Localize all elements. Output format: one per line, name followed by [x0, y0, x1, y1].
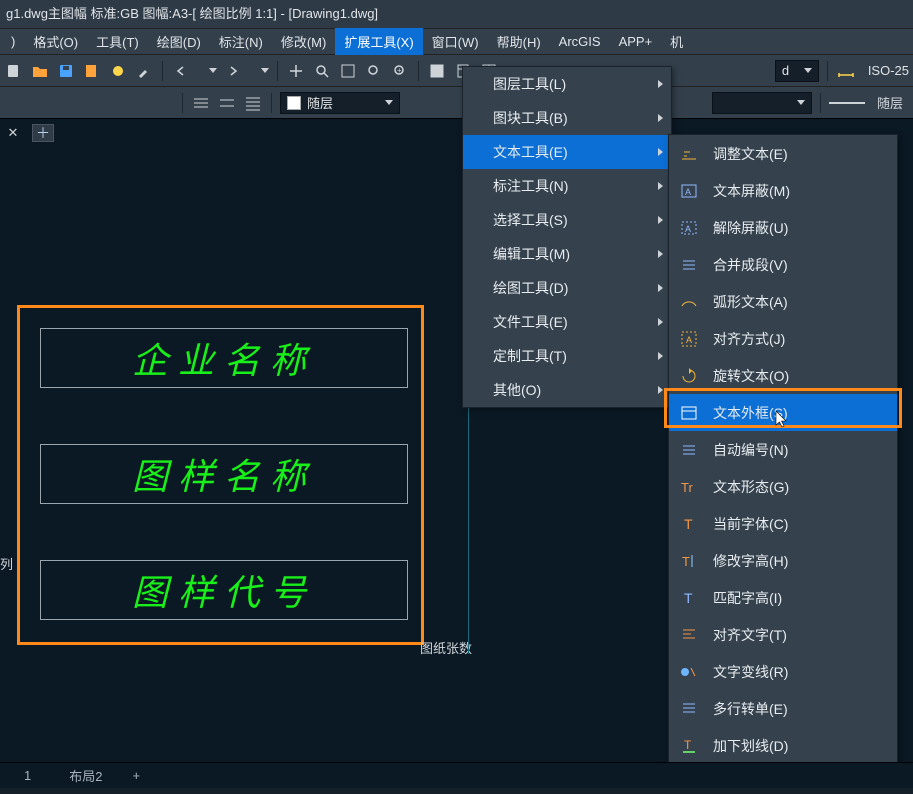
lineweight-dropdown[interactable] — [712, 92, 812, 114]
text-frame-3: 图样代号 — [40, 560, 408, 620]
smi-text-shape[interactable]: Tr文本形态(G) — [669, 468, 897, 505]
tb-new-icon[interactable] — [4, 61, 24, 81]
drawing-text-2: 图样名称 — [132, 448, 316, 500]
menu-block-tools[interactable]: 图块工具(B) — [463, 101, 671, 135]
tb-dim-icon[interactable] — [836, 61, 856, 81]
svg-text:A: A — [685, 224, 691, 234]
tb-zoom-extents-icon[interactable]: + — [390, 61, 410, 81]
svg-text:Tr: Tr — [681, 480, 693, 495]
canvas-label-pages: 图纸张数 — [420, 638, 472, 657]
dropdown-d[interactable]: d — [775, 60, 819, 82]
text-frame-1: 企业名称 — [40, 328, 408, 388]
tb-redo-icon[interactable] — [223, 61, 243, 81]
menu-file-tools[interactable]: 文件工具(E) — [463, 305, 671, 339]
svg-text:+: + — [397, 66, 402, 75]
svg-text:T: T — [682, 554, 690, 569]
toolbar-main: + d ISO-25 — [0, 54, 913, 86]
menu-help[interactable]: 帮助(H) — [488, 28, 550, 55]
svg-text:A: A — [686, 335, 692, 345]
smi-align-text[interactable]: 对齐文字(T) — [669, 616, 897, 653]
svg-text:A: A — [685, 187, 691, 197]
canvas-label-left: 列 — [0, 554, 13, 573]
smi-change-height[interactable]: T修改字高(H) — [669, 542, 897, 579]
smi-mtext-to-single[interactable]: 多行转单(E) — [669, 690, 897, 727]
layout-tab-add[interactable]: + — [122, 764, 150, 787]
menu-bar: ) 格式(O) 工具(T) 绘图(D) 标注(N) 修改(M) 扩展工具(X) … — [0, 28, 913, 54]
smi-rotate-text[interactable]: 旋转文本(O) — [669, 357, 897, 394]
svg-text:T: T — [684, 516, 693, 532]
menu-draw[interactable]: 绘图(D) — [148, 28, 210, 55]
tb-stack2-icon[interactable] — [217, 93, 237, 113]
smi-align[interactable]: A对齐方式(J) — [669, 320, 897, 357]
tb-zoom-window-icon[interactable] — [338, 61, 358, 81]
mouse-cursor-icon — [775, 410, 789, 430]
tb-open-icon[interactable] — [30, 61, 50, 81]
menu-dim-tools[interactable]: 标注工具(N) — [463, 169, 671, 203]
toolbar-layers: 随层 随层 — [0, 86, 913, 118]
smi-auto-number[interactable]: 自动编号(N) — [669, 431, 897, 468]
menu-partial[interactable]: ) — [2, 30, 24, 53]
menu-layer-tools[interactable]: 图层工具(L) — [463, 67, 671, 101]
color-dropdown[interactable]: 随层 — [280, 92, 400, 114]
tb-zoom-previous-icon[interactable] — [364, 61, 384, 81]
text-frame-2: 图样名称 — [40, 444, 408, 504]
tb-zoom-realtime-icon[interactable] — [312, 61, 332, 81]
menu-arcgis[interactable]: ArcGIS — [550, 30, 610, 53]
menu-extend-tools[interactable]: 扩展工具(X) — [335, 28, 422, 55]
menu-format[interactable]: 格式(O) — [24, 28, 87, 55]
menu-dim[interactable]: 标注(N) — [210, 28, 272, 55]
layout-tabs: 1 布局2 + — [0, 762, 913, 788]
command-text: 属 性 定 义 — [6, 791, 69, 794]
smi-current-font[interactable]: T当前字体(C) — [669, 505, 897, 542]
layout-tab-1[interactable]: 1 — [6, 764, 49, 787]
tb-undo-icon[interactable] — [171, 61, 191, 81]
text-tools-submenu: 调整文本(E) A文本屏蔽(M) A解除屏蔽(U) 合并成段(V) 弧形文本(A… — [668, 134, 898, 794]
drawing-text-1: 企业名称 — [132, 332, 316, 384]
tb-light-icon[interactable] — [108, 61, 128, 81]
menu-tools[interactable]: 工具(T) — [87, 28, 148, 55]
close-tab-icon[interactable]: ✕ — [6, 126, 20, 140]
menu-modify[interactable]: 修改(M) — [272, 28, 336, 55]
smi-match-height[interactable]: T匹配字高(I) — [669, 579, 897, 616]
svg-text:T: T — [684, 590, 693, 606]
tb-stack3-icon[interactable] — [243, 93, 263, 113]
smi-unmask[interactable]: A解除屏蔽(U) — [669, 209, 897, 246]
smi-text-to-line[interactable]: 文字变线(R) — [669, 653, 897, 690]
menu-appplus[interactable]: APP+ — [610, 30, 662, 53]
linetype-label: 随层 — [877, 93, 903, 112]
tb-pan-icon[interactable] — [286, 61, 306, 81]
highlight-box-canvas: 企业名称 图样名称 图样代号 — [17, 305, 424, 645]
smi-merge-para[interactable]: 合并成段(V) — [669, 246, 897, 283]
tb-save-icon[interactable] — [56, 61, 76, 81]
menu-text-tools[interactable]: 文本工具(E) — [463, 135, 671, 169]
menu-custom-tools[interactable]: 定制工具(T) — [463, 339, 671, 373]
tb-redo-drop-icon[interactable] — [249, 61, 269, 81]
tb-brush-icon[interactable] — [134, 61, 154, 81]
svg-text:T: T — [684, 738, 692, 752]
extend-tools-menu: 图层工具(L) 图块工具(B) 文本工具(E) 标注工具(N) 选择工具(S) … — [462, 66, 672, 408]
menu-window[interactable]: 窗口(W) — [423, 28, 488, 55]
smi-adjust-text[interactable]: 调整文本(E) — [669, 135, 897, 172]
menu-select-tools[interactable]: 选择工具(S) — [463, 203, 671, 237]
smi-arc-text[interactable]: 弧形文本(A) — [669, 283, 897, 320]
tb-export-icon[interactable] — [82, 61, 102, 81]
linetype-preview-icon — [829, 102, 865, 104]
color-swatch-icon — [287, 96, 301, 110]
smi-add-underline[interactable]: T加下划线(D) — [669, 727, 897, 764]
menu-edit-tools[interactable]: 编辑工具(M) — [463, 237, 671, 271]
tb-stack1-icon[interactable] — [191, 93, 211, 113]
window-title: g1.dwg主图幅 标准:GB 图幅:A3-[ 绘图比例 1:1] - [Dra… — [0, 0, 913, 28]
smi-text-mask[interactable]: A文本屏蔽(M) — [669, 172, 897, 209]
tb-undo-drop-icon[interactable] — [197, 61, 217, 81]
menu-other[interactable]: 其他(O) — [463, 373, 671, 407]
command-line[interactable]: 属 性 定 义 — [0, 788, 913, 794]
tb-properties-icon[interactable] — [427, 61, 447, 81]
menu-machine[interactable]: 机 — [661, 28, 692, 55]
drawing-text-3: 图样代号 — [132, 564, 316, 616]
new-tab-button[interactable]: ＋ — [32, 124, 54, 142]
menu-draw-tools[interactable]: 绘图工具(D) — [463, 271, 671, 305]
layout-tab-2[interactable]: 布局2 — [51, 762, 120, 789]
color-label: 随层 — [307, 93, 333, 112]
dim-style-label: ISO-25 — [868, 63, 909, 78]
